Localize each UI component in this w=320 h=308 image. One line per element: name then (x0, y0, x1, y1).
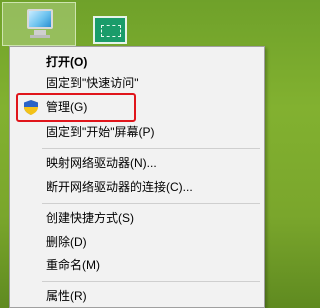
this-pc-desktop-icon[interactable] (2, 2, 76, 46)
menu-item-open[interactable]: 打开(O) (10, 51, 264, 73)
menu-item-pin-start[interactable]: 固定到"开始"屏幕(P) (10, 121, 264, 143)
network-icon[interactable] (93, 16, 127, 44)
highlight-annotation-box (16, 93, 136, 122)
menu-separator (42, 281, 260, 282)
menu-separator (42, 203, 260, 204)
menu-item-pin-quick-access[interactable]: 固定到"快速访问" (10, 72, 264, 94)
context-menu: 打开(O) 固定到"快速访问" 管理(G) 固定到"开始"屏幕(P) 映射网络驱… (9, 46, 265, 308)
menu-item-create-shortcut[interactable]: 创建快捷方式(S) (10, 207, 264, 229)
menu-item-map-network-drive[interactable]: 映射网络驱动器(N)... (10, 152, 264, 174)
menu-item-rename[interactable]: 重命名(M) (10, 254, 264, 276)
monitor-icon (27, 9, 53, 29)
menu-item-properties[interactable]: 属性(R) (10, 285, 264, 307)
menu-item-delete[interactable]: 删除(D) (10, 231, 264, 253)
monitor-base (30, 35, 50, 38)
menu-separator (42, 148, 260, 149)
menu-item-disconnect-network-drive[interactable]: 断开网络驱动器的连接(C)... (10, 176, 264, 198)
